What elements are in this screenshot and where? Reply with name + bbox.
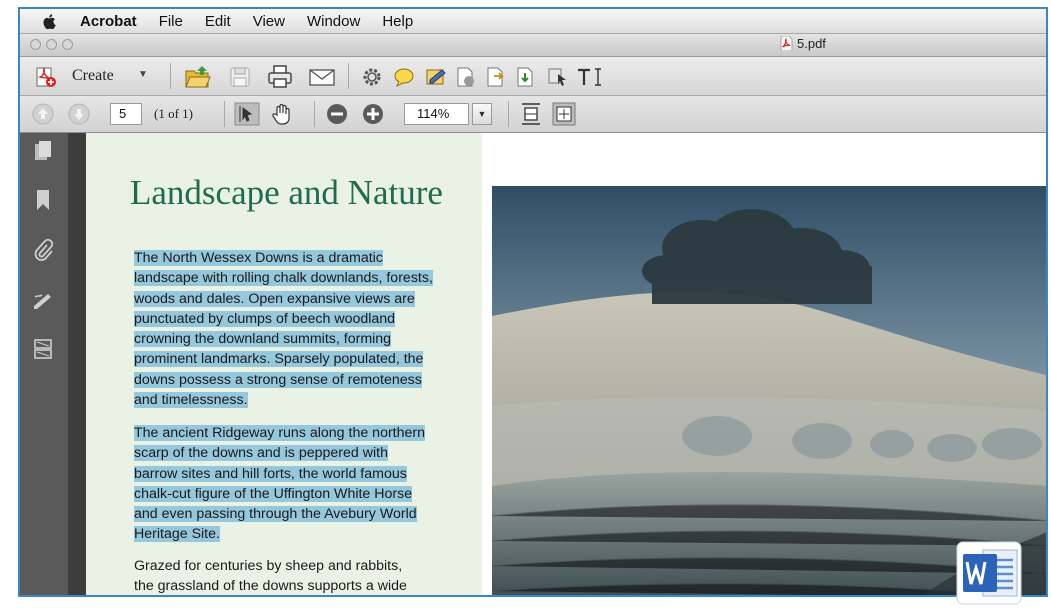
toolbar-separator bbox=[314, 101, 315, 127]
minimize-window-button[interactable] bbox=[46, 39, 57, 50]
menu-window[interactable]: Window bbox=[307, 13, 360, 30]
main-toolbar: Create ▼ bbox=[20, 57, 1046, 96]
selected-text-line[interactable]: prominent landmarks. Sparsely populated,… bbox=[134, 351, 424, 368]
menu-app-name[interactable]: Acrobat bbox=[80, 13, 137, 30]
microsoft-word-icon bbox=[956, 541, 1022, 605]
selected-text-line[interactable]: landscape with rolling chalk downlands, … bbox=[134, 270, 433, 287]
selected-text-line[interactable]: and timelessness. bbox=[134, 392, 248, 409]
menu-file[interactable]: File bbox=[159, 13, 183, 30]
selected-text-line[interactable]: and even passing through the Avebury Wor… bbox=[134, 506, 417, 523]
landscape-photo bbox=[492, 186, 1046, 595]
document-page[interactable]: Landscape and Nature The North Wessex Do… bbox=[86, 133, 1046, 595]
page-heading: Landscape and Nature bbox=[130, 173, 443, 212]
paragraph-3[interactable]: Grazed for centuries by sheep and rabbit… bbox=[134, 556, 464, 595]
text-icon[interactable] bbox=[576, 65, 604, 89]
menu-view[interactable]: View bbox=[253, 13, 285, 30]
export-icon[interactable] bbox=[484, 65, 508, 89]
selected-text-line[interactable]: downs possess a strong sense of remotene… bbox=[134, 371, 422, 388]
toolbar-separator bbox=[508, 101, 509, 127]
apple-icon[interactable] bbox=[42, 13, 58, 30]
open-icon[interactable] bbox=[184, 64, 212, 90]
select-tool-icon[interactable] bbox=[234, 102, 260, 126]
window-title-bar: 5.pdf bbox=[20, 34, 1046, 57]
selected-text-line[interactable]: punctuated by clumps of beech woodland bbox=[134, 310, 396, 327]
pdf-file-icon bbox=[780, 36, 793, 51]
create-button[interactable]: Create bbox=[72, 67, 114, 85]
navigation-pane bbox=[20, 133, 69, 595]
window-title-text: 5.pdf bbox=[797, 36, 826, 51]
zoom-window-button[interactable] bbox=[62, 39, 73, 50]
navigation-toolbar: 5 (1 of 1) 114% ▼ bbox=[20, 96, 1046, 133]
attachments-icon[interactable] bbox=[32, 238, 54, 262]
email-icon[interactable] bbox=[308, 65, 336, 89]
create-icon[interactable] bbox=[34, 65, 58, 89]
paragraph-1[interactable]: The North Wessex Downs is a dramatic lan… bbox=[134, 248, 464, 410]
sign-icon[interactable] bbox=[424, 65, 448, 89]
select-icon[interactable] bbox=[546, 65, 570, 89]
zoom-level-field[interactable]: 114% bbox=[404, 103, 469, 125]
hand-tool-icon[interactable] bbox=[270, 102, 296, 126]
fit-width-icon[interactable] bbox=[520, 102, 542, 126]
zoom-in-icon[interactable] bbox=[362, 103, 384, 125]
save-icon[interactable] bbox=[228, 65, 252, 89]
settings-icon[interactable] bbox=[360, 65, 384, 89]
comment-icon[interactable] bbox=[392, 65, 416, 89]
page-count-label: (1 of 1) bbox=[154, 106, 193, 121]
pages-icon[interactable] bbox=[454, 65, 478, 89]
paragraph-2[interactable]: The ancient Ridgeway runs along the nort… bbox=[134, 423, 464, 545]
selected-text-line[interactable]: woods and dales. Open expansive views ar… bbox=[134, 290, 415, 307]
page-thumbnails-icon[interactable] bbox=[32, 139, 54, 163]
selected-text-line[interactable]: scarp of the downs and is peppered with bbox=[134, 445, 388, 462]
page-number-field[interactable]: 5 bbox=[110, 103, 142, 125]
text-line[interactable]: Grazed for centuries by sheep and rabbit… bbox=[134, 558, 402, 574]
toolbar-separator bbox=[224, 101, 225, 127]
close-window-button[interactable] bbox=[30, 39, 41, 50]
selected-text-line[interactable]: chalk-cut figure of the Uffington White … bbox=[134, 485, 413, 502]
selected-text-line[interactable]: crowning the downland summits, forming bbox=[134, 331, 392, 348]
text-line[interactable]: the grassland of the downs supports a wi… bbox=[134, 578, 407, 594]
create-dropdown-arrow[interactable]: ▼ bbox=[138, 69, 148, 80]
menu-edit[interactable]: Edit bbox=[205, 13, 231, 30]
toolbar-separator bbox=[170, 63, 171, 89]
combine-icon[interactable] bbox=[514, 65, 538, 89]
layers-icon[interactable] bbox=[32, 337, 54, 361]
menu-bar: Acrobat File Edit View Window Help bbox=[20, 9, 1046, 34]
selected-text-line[interactable]: The ancient Ridgeway runs along the nort… bbox=[134, 425, 426, 441]
next-page-icon[interactable] bbox=[68, 103, 90, 125]
fit-page-icon[interactable] bbox=[552, 102, 576, 126]
bookmarks-icon[interactable] bbox=[32, 188, 54, 212]
selected-text-line[interactable]: barrow sites and hill forts, the world f… bbox=[134, 465, 407, 482]
print-icon[interactable] bbox=[266, 64, 294, 90]
zoom-out-icon[interactable] bbox=[326, 103, 348, 125]
zoom-dropdown-button[interactable]: ▼ bbox=[472, 103, 492, 125]
menu-help[interactable]: Help bbox=[382, 13, 413, 30]
signatures-icon[interactable] bbox=[32, 288, 54, 312]
window-title: 5.pdf bbox=[780, 36, 826, 51]
selected-text-line[interactable]: The North Wessex Downs is a dramatic bbox=[134, 250, 383, 266]
pane-divider bbox=[68, 133, 86, 595]
previous-page-icon[interactable] bbox=[32, 103, 54, 125]
screenshot-frame: Acrobat File Edit View Window Help 5.pdf bbox=[18, 7, 1048, 597]
toolbar-separator bbox=[348, 63, 349, 89]
selected-text-line[interactable]: Heritage Site. bbox=[134, 526, 220, 543]
